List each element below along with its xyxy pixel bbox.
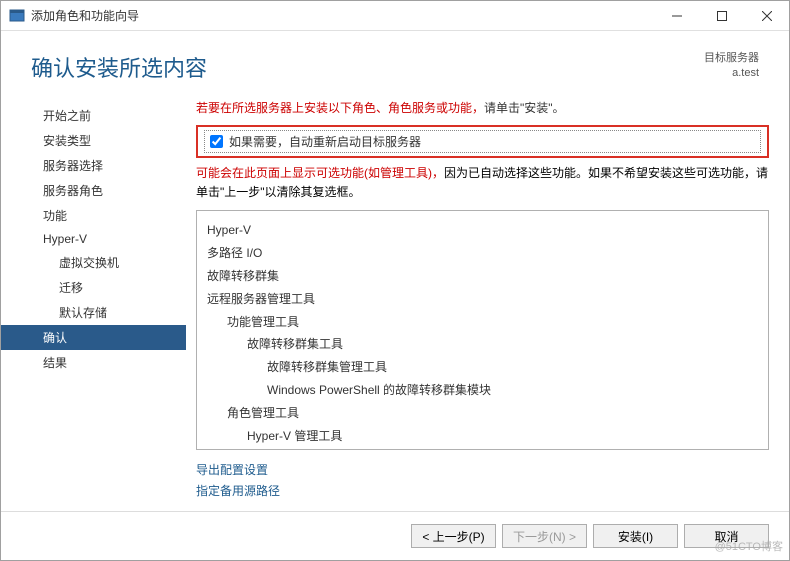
auto-restart-checkbox[interactable]: [210, 135, 223, 148]
instruction-suffix: 请单击"安装"。: [484, 101, 565, 115]
sidebar-item-confirmation[interactable]: 确认: [1, 325, 186, 350]
list-item: Windows PowerShell 的 Hyper-V 模块: [207, 447, 758, 450]
window-controls: [654, 1, 789, 30]
list-item: 角色管理工具: [207, 402, 758, 425]
list-item: 故障转移群集: [207, 265, 758, 288]
optional-note-prefix: 可能会在此页面上显示可选功能(如管理工具)，: [196, 166, 444, 180]
sidebar-item-install-type[interactable]: 安装类型: [1, 128, 186, 153]
features-list[interactable]: Hyper-V 多路径 I/O 故障转移群集 远程服务器管理工具 功能管理工具 …: [196, 210, 769, 450]
steps-sidebar: 开始之前 安装类型 服务器选择 服务器角色 功能 Hyper-V 虚拟交换机 迁…: [1, 93, 186, 511]
links-area: 导出配置设置 指定备用源路径: [196, 460, 769, 501]
sidebar-item-before-begin[interactable]: 开始之前: [1, 103, 186, 128]
target-server-label: 目标服务器: [704, 51, 759, 66]
wizard-body: 开始之前 安装类型 服务器选择 服务器角色 功能 Hyper-V 虚拟交换机 迁…: [1, 93, 789, 511]
auto-restart-label: 如果需要，自动重新启动目标服务器: [229, 133, 421, 150]
sidebar-item-hyper-v[interactable]: Hyper-V: [1, 228, 186, 250]
list-item: 多路径 I/O: [207, 242, 758, 265]
minimize-button[interactable]: [654, 1, 699, 30]
install-button[interactable]: 安装(I): [593, 524, 678, 548]
sidebar-item-virtual-switch[interactable]: 虚拟交换机: [1, 250, 186, 275]
auto-restart-row: 如果需要，自动重新启动目标服务器: [196, 125, 769, 158]
sidebar-item-results[interactable]: 结果: [1, 350, 186, 375]
export-config-link[interactable]: 导出配置设置: [196, 463, 268, 477]
list-item: 故障转移群集管理工具: [207, 356, 758, 379]
content-pane: 若要在所选服务器上安装以下角色、角色服务或功能，请单击"安装"。 如果需要，自动…: [186, 93, 789, 511]
sidebar-item-server-selection[interactable]: 服务器选择: [1, 153, 186, 178]
list-item: 远程服务器管理工具: [207, 288, 758, 311]
sidebar-item-features[interactable]: 功能: [1, 203, 186, 228]
list-item: Hyper-V 管理工具: [207, 425, 758, 448]
close-button[interactable]: [744, 1, 789, 30]
instruction-prefix: 若要在所选服务器上安装以下角色、角色服务或功能，: [196, 101, 484, 115]
list-item: Hyper-V: [207, 219, 758, 242]
optional-note: 可能会在此页面上显示可选功能(如管理工具)，因为已自动选择这些功能。如果不希望安…: [196, 164, 769, 202]
next-button: 下一步(N) >: [502, 524, 587, 548]
wizard-window: 添加角色和功能向导 确认安装所选内容 目标服务器 a.test 开始之前 安装类…: [0, 0, 790, 561]
app-icon: [9, 8, 25, 24]
target-server-value: a.test: [704, 66, 759, 81]
sidebar-item-migration[interactable]: 迁移: [1, 275, 186, 300]
target-server-info: 目标服务器 a.test: [704, 51, 759, 82]
window-title: 添加角色和功能向导: [31, 7, 654, 24]
list-item: Windows PowerShell 的故障转移群集模块: [207, 379, 758, 402]
list-item: 功能管理工具: [207, 311, 758, 334]
list-item: 故障转移群集工具: [207, 333, 758, 356]
alternate-source-link[interactable]: 指定备用源路径: [196, 484, 280, 498]
page-title: 确认安装所选内容: [31, 51, 704, 83]
wizard-footer: < 上一步(P) 下一步(N) > 安装(I) 取消: [1, 511, 789, 560]
sidebar-item-default-storage[interactable]: 默认存储: [1, 300, 186, 325]
cancel-button[interactable]: 取消: [684, 524, 769, 548]
titlebar: 添加角色和功能向导: [1, 1, 789, 31]
sidebar-item-server-roles[interactable]: 服务器角色: [1, 178, 186, 203]
page-header: 确认安装所选内容 目标服务器 a.test: [1, 31, 789, 93]
maximize-button[interactable]: [699, 1, 744, 30]
previous-button[interactable]: < 上一步(P): [411, 524, 496, 548]
instruction-text: 若要在所选服务器上安装以下角色、角色服务或功能，请单击"安装"。: [196, 99, 769, 117]
